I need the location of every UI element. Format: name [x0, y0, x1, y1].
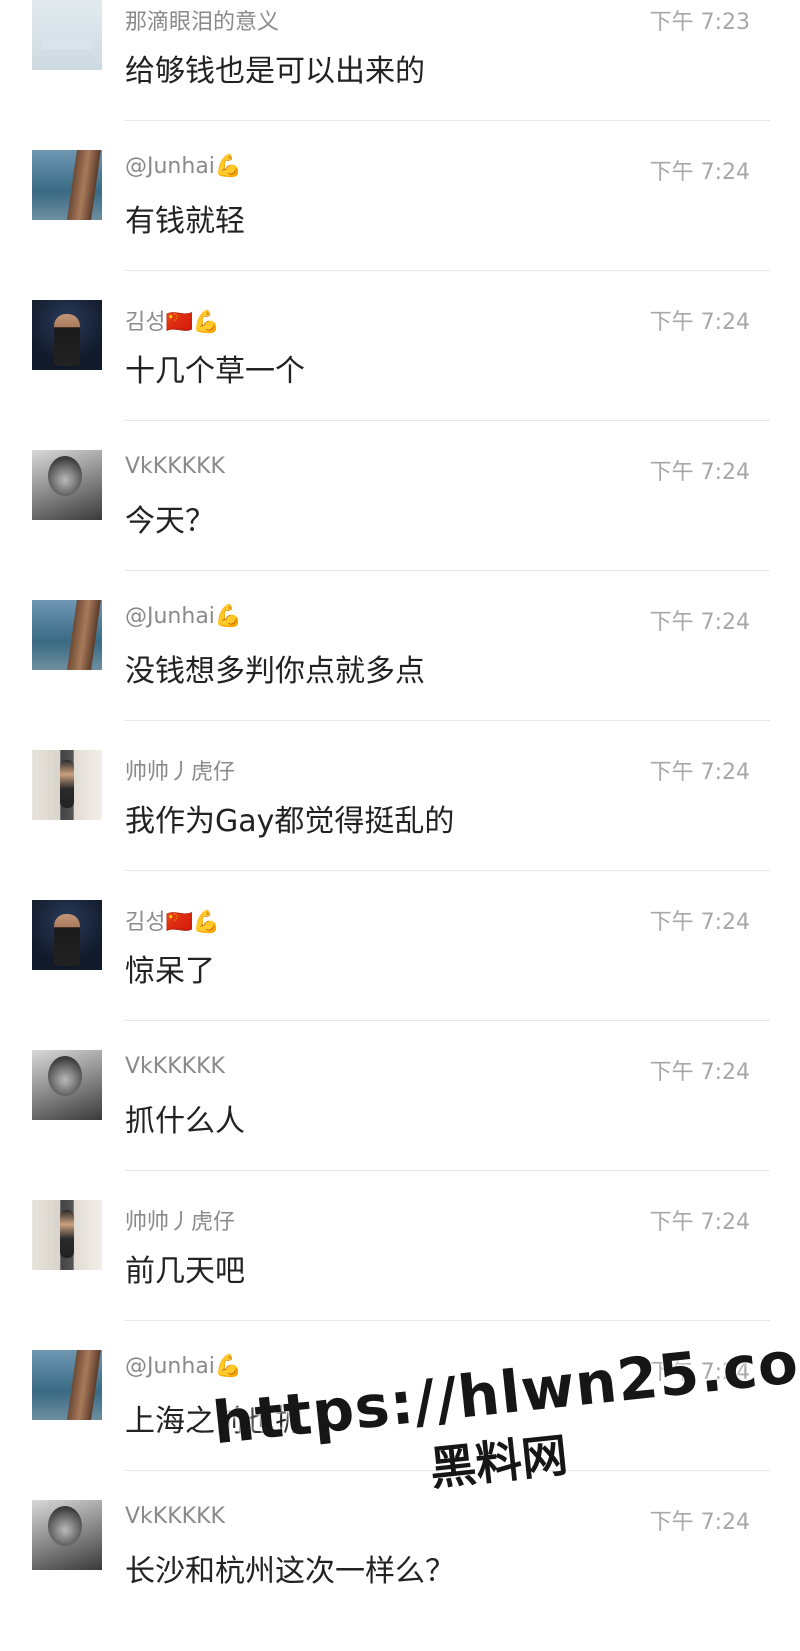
divider: [125, 1320, 770, 1321]
divider: [125, 120, 770, 121]
sender-name[interactable]: @Junhai💪: [125, 604, 242, 629]
message-item[interactable]: 帅帅丿虎仔 下午 7:24 前几天吧: [0, 1200, 800, 1351]
divider: [125, 270, 770, 271]
message-time: 下午 7:24: [649, 760, 750, 785]
message-text: 抓什么人: [125, 1104, 245, 1139]
avatar[interactable]: [32, 1500, 102, 1570]
message-text: 没钱想多判你点就多点: [125, 654, 425, 689]
message-text: 惊呆了: [125, 954, 215, 989]
avatar[interactable]: [32, 150, 102, 220]
divider: [125, 1470, 770, 1471]
avatar[interactable]: [32, 900, 102, 970]
message-item[interactable]: VkKKKKK 下午 7:24 今天？: [0, 450, 800, 601]
message-item[interactable]: @Junhai💪 下午 7:24 上海之前也抓: [0, 1350, 800, 1501]
sender-name[interactable]: 김성🇨🇳💪: [125, 304, 220, 336]
message-time: 下午 7:24: [649, 1510, 750, 1535]
message-item[interactable]: 那滴眼泪的意义 下午 7:23 给够钱也是可以出来的: [0, 0, 800, 151]
message-item[interactable]: 帅帅丿虎仔 下午 7:24 我作为Gay都觉得挺乱的: [0, 750, 800, 901]
divider: [125, 1170, 770, 1171]
divider: [125, 570, 770, 571]
message-text: 十几个草一个: [125, 354, 305, 389]
message-item[interactable]: @Junhai💪 下午 7:24 没钱想多判你点就多点: [0, 600, 800, 751]
message-time: 下午 7:24: [649, 1210, 750, 1235]
message-text: 上海之前也抓: [125, 1404, 305, 1439]
avatar[interactable]: [32, 750, 102, 820]
sender-name[interactable]: 帅帅丿虎仔: [125, 754, 235, 786]
message-time: 下午 7:24: [649, 1360, 750, 1385]
avatar[interactable]: [32, 1350, 102, 1420]
sender-name[interactable]: 帅帅丿虎仔: [125, 1204, 235, 1236]
sender-name[interactable]: 那滴眼泪的意义: [125, 4, 279, 36]
message-text: 长沙和杭州这次一样么？: [125, 1554, 455, 1589]
message-time: 下午 7:24: [649, 460, 750, 485]
divider: [125, 420, 770, 421]
message-time: 下午 7:24: [649, 1060, 750, 1085]
message-text: 前几天吧: [125, 1254, 245, 1289]
divider: [125, 870, 770, 871]
message-item[interactable]: @Junhai💪 下午 7:24 有钱就轻: [0, 150, 800, 301]
message-text: 今天？: [125, 504, 215, 539]
message-item[interactable]: VkKKKKK 下午 7:24 长沙和杭州这次一样么？: [0, 1500, 800, 1651]
avatar[interactable]: [32, 1200, 102, 1270]
avatar[interactable]: [32, 0, 102, 70]
avatar[interactable]: [32, 600, 102, 670]
avatar[interactable]: [32, 450, 102, 520]
sender-name[interactable]: 김성🇨🇳💪: [125, 904, 220, 936]
divider: [125, 720, 770, 721]
message-text: 有钱就轻: [125, 204, 245, 239]
sender-name[interactable]: @Junhai💪: [125, 1354, 242, 1379]
sender-name[interactable]: @Junhai💪: [125, 154, 242, 179]
message-time: 下午 7:24: [649, 310, 750, 335]
message-text: 我作为Gay都觉得挺乱的: [125, 804, 455, 839]
sender-name[interactable]: VkKKKKK: [125, 1054, 225, 1079]
sender-name[interactable]: VkKKKKK: [125, 1504, 225, 1529]
message-time: 下午 7:24: [649, 910, 750, 935]
avatar[interactable]: [32, 1050, 102, 1120]
message-time: 下午 7:24: [649, 160, 750, 185]
sender-name[interactable]: VkKKKKK: [125, 454, 225, 479]
message-time: 下午 7:23: [649, 10, 750, 35]
avatar[interactable]: [32, 300, 102, 370]
message-time: 下午 7:24: [649, 610, 750, 635]
message-item[interactable]: VkKKKKK 下午 7:24 抓什么人: [0, 1050, 800, 1201]
message-item[interactable]: 김성🇨🇳💪 下午 7:24 惊呆了: [0, 900, 800, 1051]
message-text: 给够钱也是可以出来的: [125, 54, 425, 89]
divider: [125, 1020, 770, 1021]
message-item[interactable]: 김성🇨🇳💪 下午 7:24 十几个草一个: [0, 300, 800, 451]
